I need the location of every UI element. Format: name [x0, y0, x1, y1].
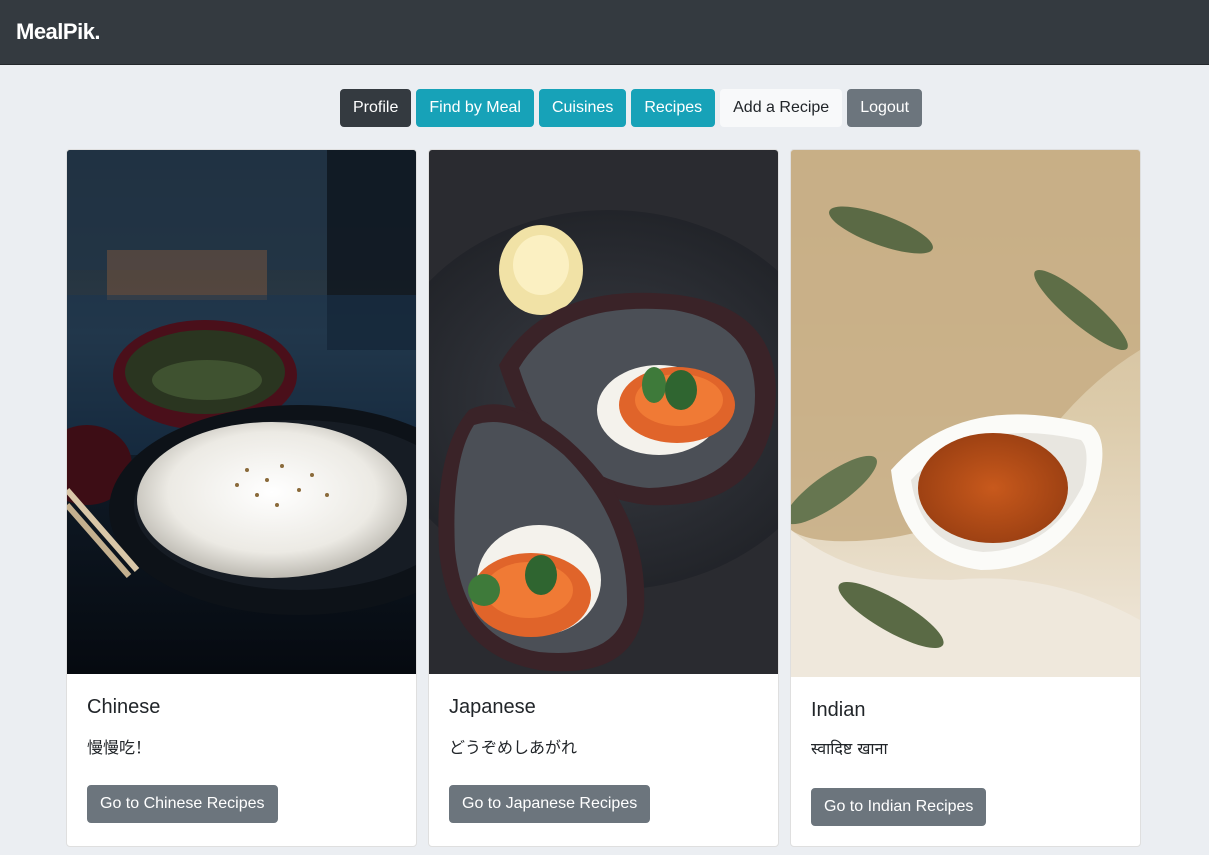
profile-button[interactable]: Profile	[340, 89, 412, 127]
find-by-meal-button[interactable]: Find by Meal	[416, 89, 534, 127]
top-navbar: MealPik.	[0, 0, 1209, 65]
card-title: Indian	[811, 699, 866, 721]
logout-button[interactable]: Logout	[847, 89, 923, 127]
go-to-japanese-recipes-button[interactable]: Go to Japanese Recipes	[449, 785, 651, 823]
brand-logo[interactable]: MealPik.	[16, 19, 101, 45]
card-title: Japanese	[449, 696, 536, 718]
recipes-button[interactable]: Recipes	[631, 89, 716, 127]
card-title: Chinese	[87, 696, 161, 718]
main-nav: Profile Find by Meal Cuisines Recipes Ad…	[340, 89, 923, 127]
cuisines-button[interactable]: Cuisines	[538, 89, 627, 127]
card-text: 慢慢吃！	[87, 738, 152, 757]
japanese-food-image	[429, 150, 778, 674]
cuisine-card-chinese: Chinese 慢慢吃！ Go to Chinese Recipes	[66, 149, 417, 847]
card-text: どうぞめしあがれ	[449, 738, 578, 757]
go-to-indian-recipes-button[interactable]: Go to Indian Recipes	[811, 788, 987, 826]
cuisine-card-indian: Indian स्वादिष्ट खाना Go to Indian Recip…	[790, 149, 1141, 847]
card-text: स्वादिष्ट खाना	[811, 739, 888, 758]
cuisine-card-japanese: Japanese どうぞめしあがれ Go to Japanese Recipes	[428, 149, 779, 847]
indian-food-image	[791, 150, 1140, 677]
add-recipe-button[interactable]: Add a Recipe	[720, 89, 843, 127]
go-to-chinese-recipes-button[interactable]: Go to Chinese Recipes	[87, 785, 278, 823]
chinese-food-image	[67, 150, 416, 674]
